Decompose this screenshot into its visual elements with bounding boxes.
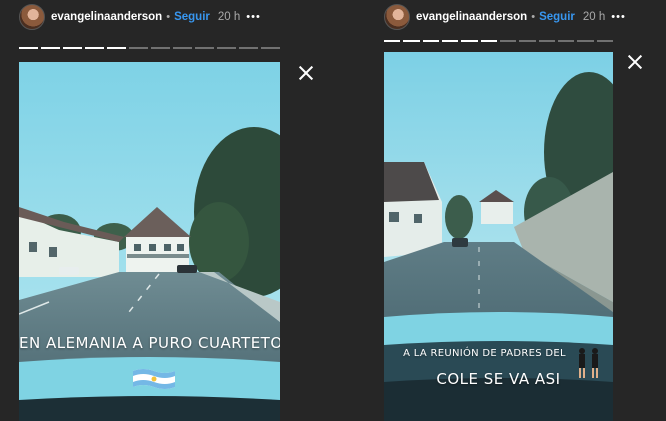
progress-segment [538, 40, 555, 42]
progress-segment [577, 40, 594, 42]
progress-segment [41, 47, 60, 49]
story-header: evangelinaanderson • Seguir 20 h ••• [19, 4, 261, 30]
progress-segment [129, 47, 148, 49]
progress-segment [107, 47, 126, 49]
avatar[interactable] [19, 4, 45, 30]
follow-button[interactable]: Seguir [174, 11, 210, 23]
progress-segment [557, 40, 575, 42]
progress-segment [239, 47, 258, 49]
follow-button[interactable]: Seguir [539, 11, 575, 23]
story-caption: EN ALEMANIA A PURO CUARTETO [19, 334, 280, 352]
progress-segment [151, 47, 170, 49]
story-progress-bar [384, 40, 613, 42]
close-icon[interactable] [298, 65, 314, 81]
story-image[interactable]: A LA REUNIÓN DE PADRES DEL COLE SE VA AS… [384, 52, 613, 421]
progress-segment [173, 47, 192, 49]
story-header: evangelinaanderson • Seguir 20 h ••• [384, 4, 626, 30]
progress-segment [480, 40, 497, 42]
story-progress-bar [19, 47, 280, 49]
progress-segment [195, 47, 214, 49]
separator-dot: • [531, 11, 536, 23]
progress-segment [499, 40, 517, 42]
separator-dot: • [166, 11, 171, 23]
timestamp: 20 h [217, 11, 241, 23]
close-icon[interactable] [627, 54, 643, 70]
progress-segment [85, 47, 104, 49]
progress-segment [441, 40, 459, 42]
progress-segment [596, 40, 613, 42]
progress-segment [19, 47, 38, 49]
story-image[interactable]: EN ALEMANIA A PURO CUARTETO [19, 62, 280, 421]
progress-segment [217, 47, 236, 49]
argentina-flag-sticker [131, 367, 177, 391]
progress-segment [422, 40, 439, 42]
progress-segment [384, 40, 401, 42]
more-options-icon[interactable]: ••• [611, 11, 626, 23]
more-options-icon[interactable]: ••• [246, 11, 261, 23]
progress-segment [461, 40, 478, 42]
username[interactable]: evangelinaanderson [51, 11, 162, 23]
progress-segment [261, 47, 280, 49]
timestamp: 20 h [582, 11, 606, 23]
dancing-figures-sticker [574, 346, 604, 380]
progress-segment [519, 40, 536, 42]
progress-segment [63, 47, 82, 49]
story-panel-right: evangelinaanderson • Seguir 20 h ••• A L… [333, 0, 666, 421]
username[interactable]: evangelinaanderson [416, 11, 527, 23]
progress-segment [403, 40, 420, 42]
avatar[interactable] [384, 4, 410, 30]
story-panel-left: evangelinaanderson • Seguir 20 h ••• EN … [0, 0, 333, 421]
